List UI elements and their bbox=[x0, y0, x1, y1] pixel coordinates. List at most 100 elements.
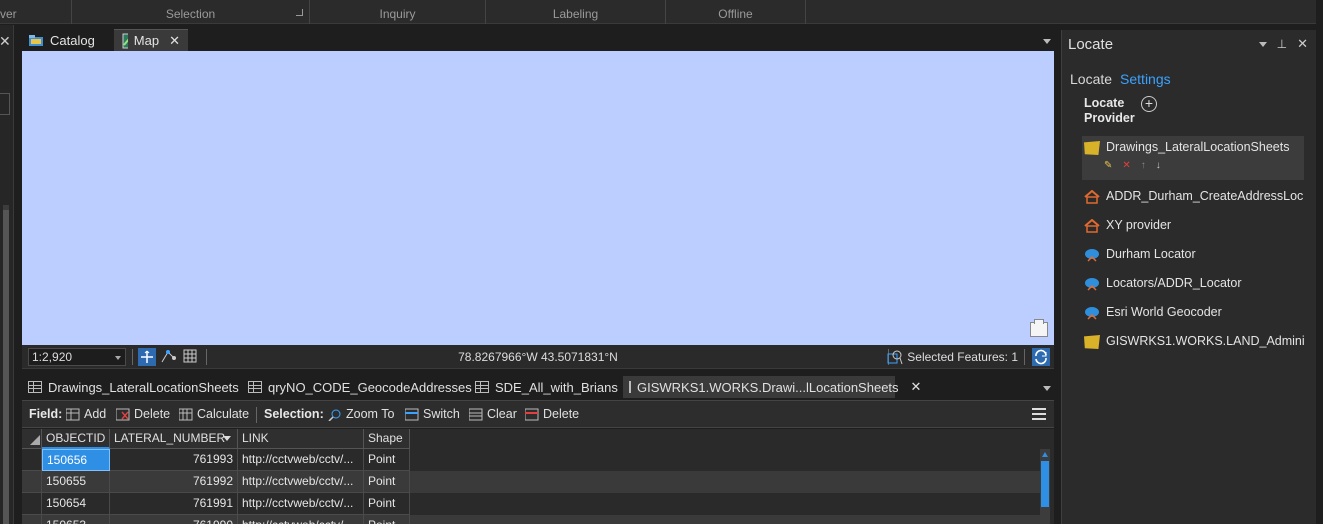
column-label: LATERAL_NUMBER bbox=[114, 431, 226, 445]
tab-catalog[interactable]: Catalog bbox=[20, 29, 103, 51]
pin-icon[interactable]: ⊥ bbox=[1277, 37, 1287, 51]
column-header-lateral-number[interactable]: LATERAL_NUMBER bbox=[110, 429, 238, 449]
zoom-to-button[interactable]: Zoom To bbox=[328, 407, 394, 421]
cell-link[interactable]: http://cctvweb/cctv/... bbox=[238, 449, 364, 471]
move-down-icon[interactable]: ↓ bbox=[1156, 160, 1161, 171]
tab-sde-all[interactable]: SDE_All_with_Brians bbox=[469, 376, 624, 398]
cell-lateral-number[interactable]: 761992 bbox=[110, 471, 238, 493]
map-icon bbox=[122, 33, 128, 48]
switch-selection-button[interactable]: Switch bbox=[405, 407, 460, 421]
clear-label: Clear bbox=[487, 407, 517, 421]
cell-lateral-number[interactable]: 761993 bbox=[110, 449, 238, 471]
provider-actions: ✎ ✕ ↑ ↓ bbox=[1104, 160, 1161, 171]
tab-locate[interactable]: Locate bbox=[1070, 71, 1112, 87]
row-header[interactable] bbox=[22, 471, 42, 493]
tabs-overflow-icon[interactable] bbox=[1043, 39, 1051, 44]
cell-shape[interactable]: Point bbox=[364, 449, 410, 471]
heading-line: Provider bbox=[1084, 111, 1135, 125]
move-up-icon[interactable]: ↑ bbox=[1141, 160, 1146, 171]
table-header: OBJECTID LATERAL_NUMBER LINK Shape bbox=[22, 429, 410, 449]
scrollbar-thumb[interactable] bbox=[3, 210, 9, 524]
table-row[interactable]: 150655 761992 http://cctvweb/cctv/... Po… bbox=[22, 471, 1040, 493]
close-tab-icon[interactable]: ✕ bbox=[911, 379, 922, 395]
row-header[interactable] bbox=[22, 449, 42, 471]
edit-icon[interactable]: ✎ bbox=[1104, 160, 1112, 171]
delete-records-icon bbox=[525, 408, 539, 420]
column-label: OBJECTID bbox=[46, 431, 106, 445]
row-header[interactable] bbox=[22, 515, 42, 524]
row-header[interactable] bbox=[22, 493, 42, 515]
tab-settings[interactable]: Settings bbox=[1120, 71, 1171, 87]
column-header-link[interactable]: LINK bbox=[238, 429, 364, 449]
pane-title: Locate bbox=[1068, 36, 1114, 53]
clear-icon bbox=[469, 408, 483, 420]
cell-link[interactable]: http://cctvweb/cctv/... bbox=[238, 493, 364, 515]
close-tab-icon[interactable]: ✕ bbox=[169, 33, 180, 49]
table-row[interactable]: 150656 761993 http://cctvweb/cctv/... Po… bbox=[22, 449, 1040, 471]
calculate-field-button[interactable]: Calculate bbox=[179, 407, 249, 421]
tab-qry-no-code[interactable]: qryNO_CODE_GeocodeAddresses bbox=[242, 376, 478, 398]
zoom-to-label: Zoom To bbox=[346, 407, 395, 421]
provider-item[interactable]: Drawings_LateralLocationSheets ✎ ✕ ↑ ↓ bbox=[1082, 136, 1304, 180]
map-view[interactable] bbox=[22, 51, 1054, 345]
cell-objectid[interactable]: 150653 bbox=[42, 515, 110, 524]
ribbon-group-label: Selection bbox=[165, 7, 216, 21]
provider-item[interactable]: XY provider bbox=[1082, 214, 1304, 237]
cell-objectid[interactable]: 150654 bbox=[42, 493, 110, 515]
provider-item[interactable]: ADDR_Durham_CreateAddressLoc bbox=[1082, 185, 1304, 208]
provider-name: GISWRKS1.WORKS.LAND_Administrat bbox=[1106, 334, 1304, 348]
pane-options-icon[interactable] bbox=[1258, 41, 1267, 47]
cell-objectid[interactable]: 150655 bbox=[42, 471, 110, 493]
delete-selection-button[interactable]: Delete bbox=[525, 407, 579, 421]
provider-item[interactable]: GISWRKS1.WORKS.LAND_Administrat bbox=[1082, 330, 1304, 353]
add-provider-button[interactable]: + bbox=[1141, 96, 1157, 112]
tab-label: qryNO_CODE_GeocodeAddresses bbox=[268, 379, 472, 395]
close-icon[interactable]: ✕ bbox=[0, 33, 11, 50]
select-all-corner[interactable] bbox=[22, 429, 42, 449]
pane-control[interactable] bbox=[0, 93, 10, 115]
table-options-menu-icon[interactable] bbox=[1032, 408, 1046, 420]
tab-drawings-lateral[interactable]: Drawings_LateralLocationSheets bbox=[22, 376, 245, 398]
column-label: LINK bbox=[242, 431, 269, 445]
tab-giswrks1[interactable]: GISWRKS1.WORKS.Drawi...lLocationSheets ✕ bbox=[623, 376, 921, 398]
zoom-to-icon bbox=[328, 409, 341, 421]
add-field-button[interactable]: Add bbox=[66, 407, 106, 421]
tab-label: Drawings_LateralLocationSheets bbox=[48, 379, 239, 395]
tab-map[interactable]: Map ✕ bbox=[114, 29, 188, 51]
remove-icon[interactable]: ✕ bbox=[1122, 160, 1130, 171]
sort-descending-icon[interactable] bbox=[223, 436, 231, 441]
dialog-launcher-icon[interactable] bbox=[296, 9, 303, 16]
table-icon bbox=[629, 381, 631, 393]
provider-item[interactable]: Locators/ADDR_Locator bbox=[1082, 272, 1304, 295]
table-row[interactable]: 150654 761991 http://cctvweb/cctv/... Po… bbox=[22, 493, 1040, 515]
selected-features[interactable]: Selected Features: 1 bbox=[887, 349, 1018, 365]
cell-link[interactable]: http://cctvweb/cctv/... bbox=[238, 515, 364, 524]
cloud-locator-icon bbox=[1085, 249, 1099, 262]
column-header-objectid[interactable]: OBJECTID bbox=[42, 429, 110, 449]
cell-objectid[interactable]: 150656 bbox=[42, 449, 110, 471]
cell-lateral-number[interactable]: 761991 bbox=[110, 493, 238, 515]
refresh-icon[interactable] bbox=[1032, 348, 1050, 366]
cell-lateral-number[interactable]: 761990 bbox=[110, 515, 238, 524]
clear-selection-button[interactable]: Clear bbox=[469, 407, 517, 421]
delete-field-button[interactable]: Delete bbox=[116, 407, 170, 421]
close-icon[interactable]: ✕ bbox=[1297, 36, 1308, 52]
switch-label: Switch bbox=[423, 407, 460, 421]
cell-shape[interactable]: Point bbox=[364, 493, 410, 515]
scroll-up-icon[interactable] bbox=[1042, 452, 1048, 457]
table-scrollbar[interactable] bbox=[1040, 449, 1050, 524]
cell-link[interactable]: http://cctvweb/cctv/... bbox=[238, 471, 364, 493]
map-status-bar: 1:2,920 78.8267966°W 43.5071831°N Select… bbox=[22, 345, 1054, 369]
scrollbar-thumb[interactable] bbox=[1041, 461, 1049, 507]
delete-label: Delete bbox=[134, 407, 171, 421]
ribbon-group-selection: Selection bbox=[72, 0, 310, 24]
table-row[interactable]: 150653 761990 http://cctvweb/cctv/... Po… bbox=[22, 515, 1040, 524]
provider-item[interactable]: Esri World Geocoder bbox=[1082, 301, 1304, 324]
column-header-shape[interactable]: Shape bbox=[364, 429, 410, 449]
locate-pane: Locate ⊥ ✕ Locate Settings Locate Provid… bbox=[1061, 30, 1316, 524]
cell-shape[interactable]: Point bbox=[364, 471, 410, 493]
provider-item[interactable]: Durham Locator bbox=[1082, 243, 1304, 266]
tabs-overflow-icon[interactable] bbox=[1043, 386, 1051, 391]
cell-shape[interactable]: Point bbox=[364, 515, 410, 524]
map-corner-icon[interactable] bbox=[1030, 319, 1048, 337]
